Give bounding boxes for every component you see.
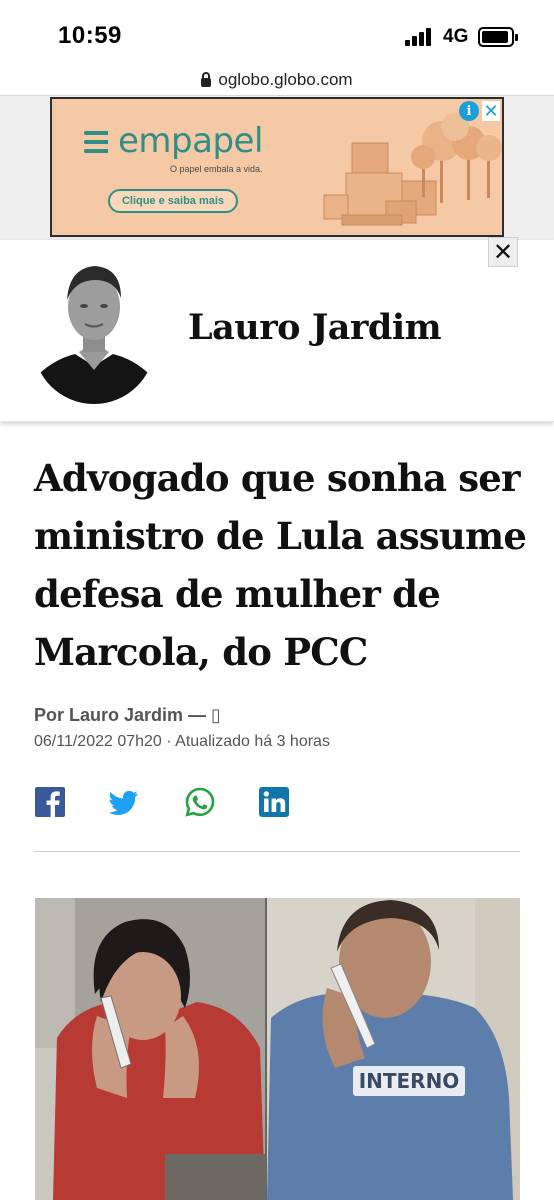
article-photo[interactable]: INTERNO <box>35 898 520 1200</box>
whatsapp-icon[interactable] <box>184 786 216 818</box>
photo-shirt-text: INTERNO <box>359 1069 460 1093</box>
twitter-icon[interactable] <box>108 786 140 818</box>
browser-address-bar[interactable]: oglobo.globo.com <box>0 64 554 96</box>
ad-info-icon[interactable]: i <box>459 101 479 121</box>
ad-controls: i ✕ <box>459 101 500 121</box>
ad-cta-button[interactable]: Clique e saiba mais <box>108 189 238 213</box>
author-avatar <box>33 266 155 404</box>
ad-tagline: O papel embala a vida. <box>170 164 263 174</box>
ad-illustration <box>323 113 502 226</box>
ad-banner[interactable]: empapel O papel embala a vida. Clique e … <box>50 97 504 237</box>
share-bar <box>34 786 304 822</box>
ad-zone: empapel O papel embala a vida. Clique e … <box>0 96 554 240</box>
battery-icon <box>478 27 518 47</box>
article-headline: Advogado que sonha ser ministro de Lula … <box>34 456 527 674</box>
ad-dismiss-icon[interactable]: ✕ <box>482 101 500 121</box>
url-text: oglobo.globo.com <box>218 69 353 89</box>
linkedin-icon[interactable] <box>258 786 290 818</box>
network-type: 4G <box>443 26 469 47</box>
ad-brand-name: empapel <box>118 121 263 161</box>
column-title: Lauro Jardim <box>188 307 442 348</box>
signal-strength-icon <box>405 28 435 46</box>
facebook-icon[interactable] <box>34 786 66 818</box>
status-time: 10:59 <box>58 22 122 49</box>
status-bar: 10:59 4G <box>0 0 554 64</box>
empapel-logo-icon <box>84 129 110 159</box>
lock-icon <box>201 71 212 87</box>
article-byline[interactable]: Por Lauro Jardim — ▯ <box>34 705 221 726</box>
article-dateline: 06/11/2022 07h20 · Atualizado há 3 horas <box>34 733 330 750</box>
ad-close-button[interactable]: ✕ <box>488 237 518 267</box>
content-divider <box>34 851 520 852</box>
column-header: Lauro Jardim <box>0 240 554 422</box>
